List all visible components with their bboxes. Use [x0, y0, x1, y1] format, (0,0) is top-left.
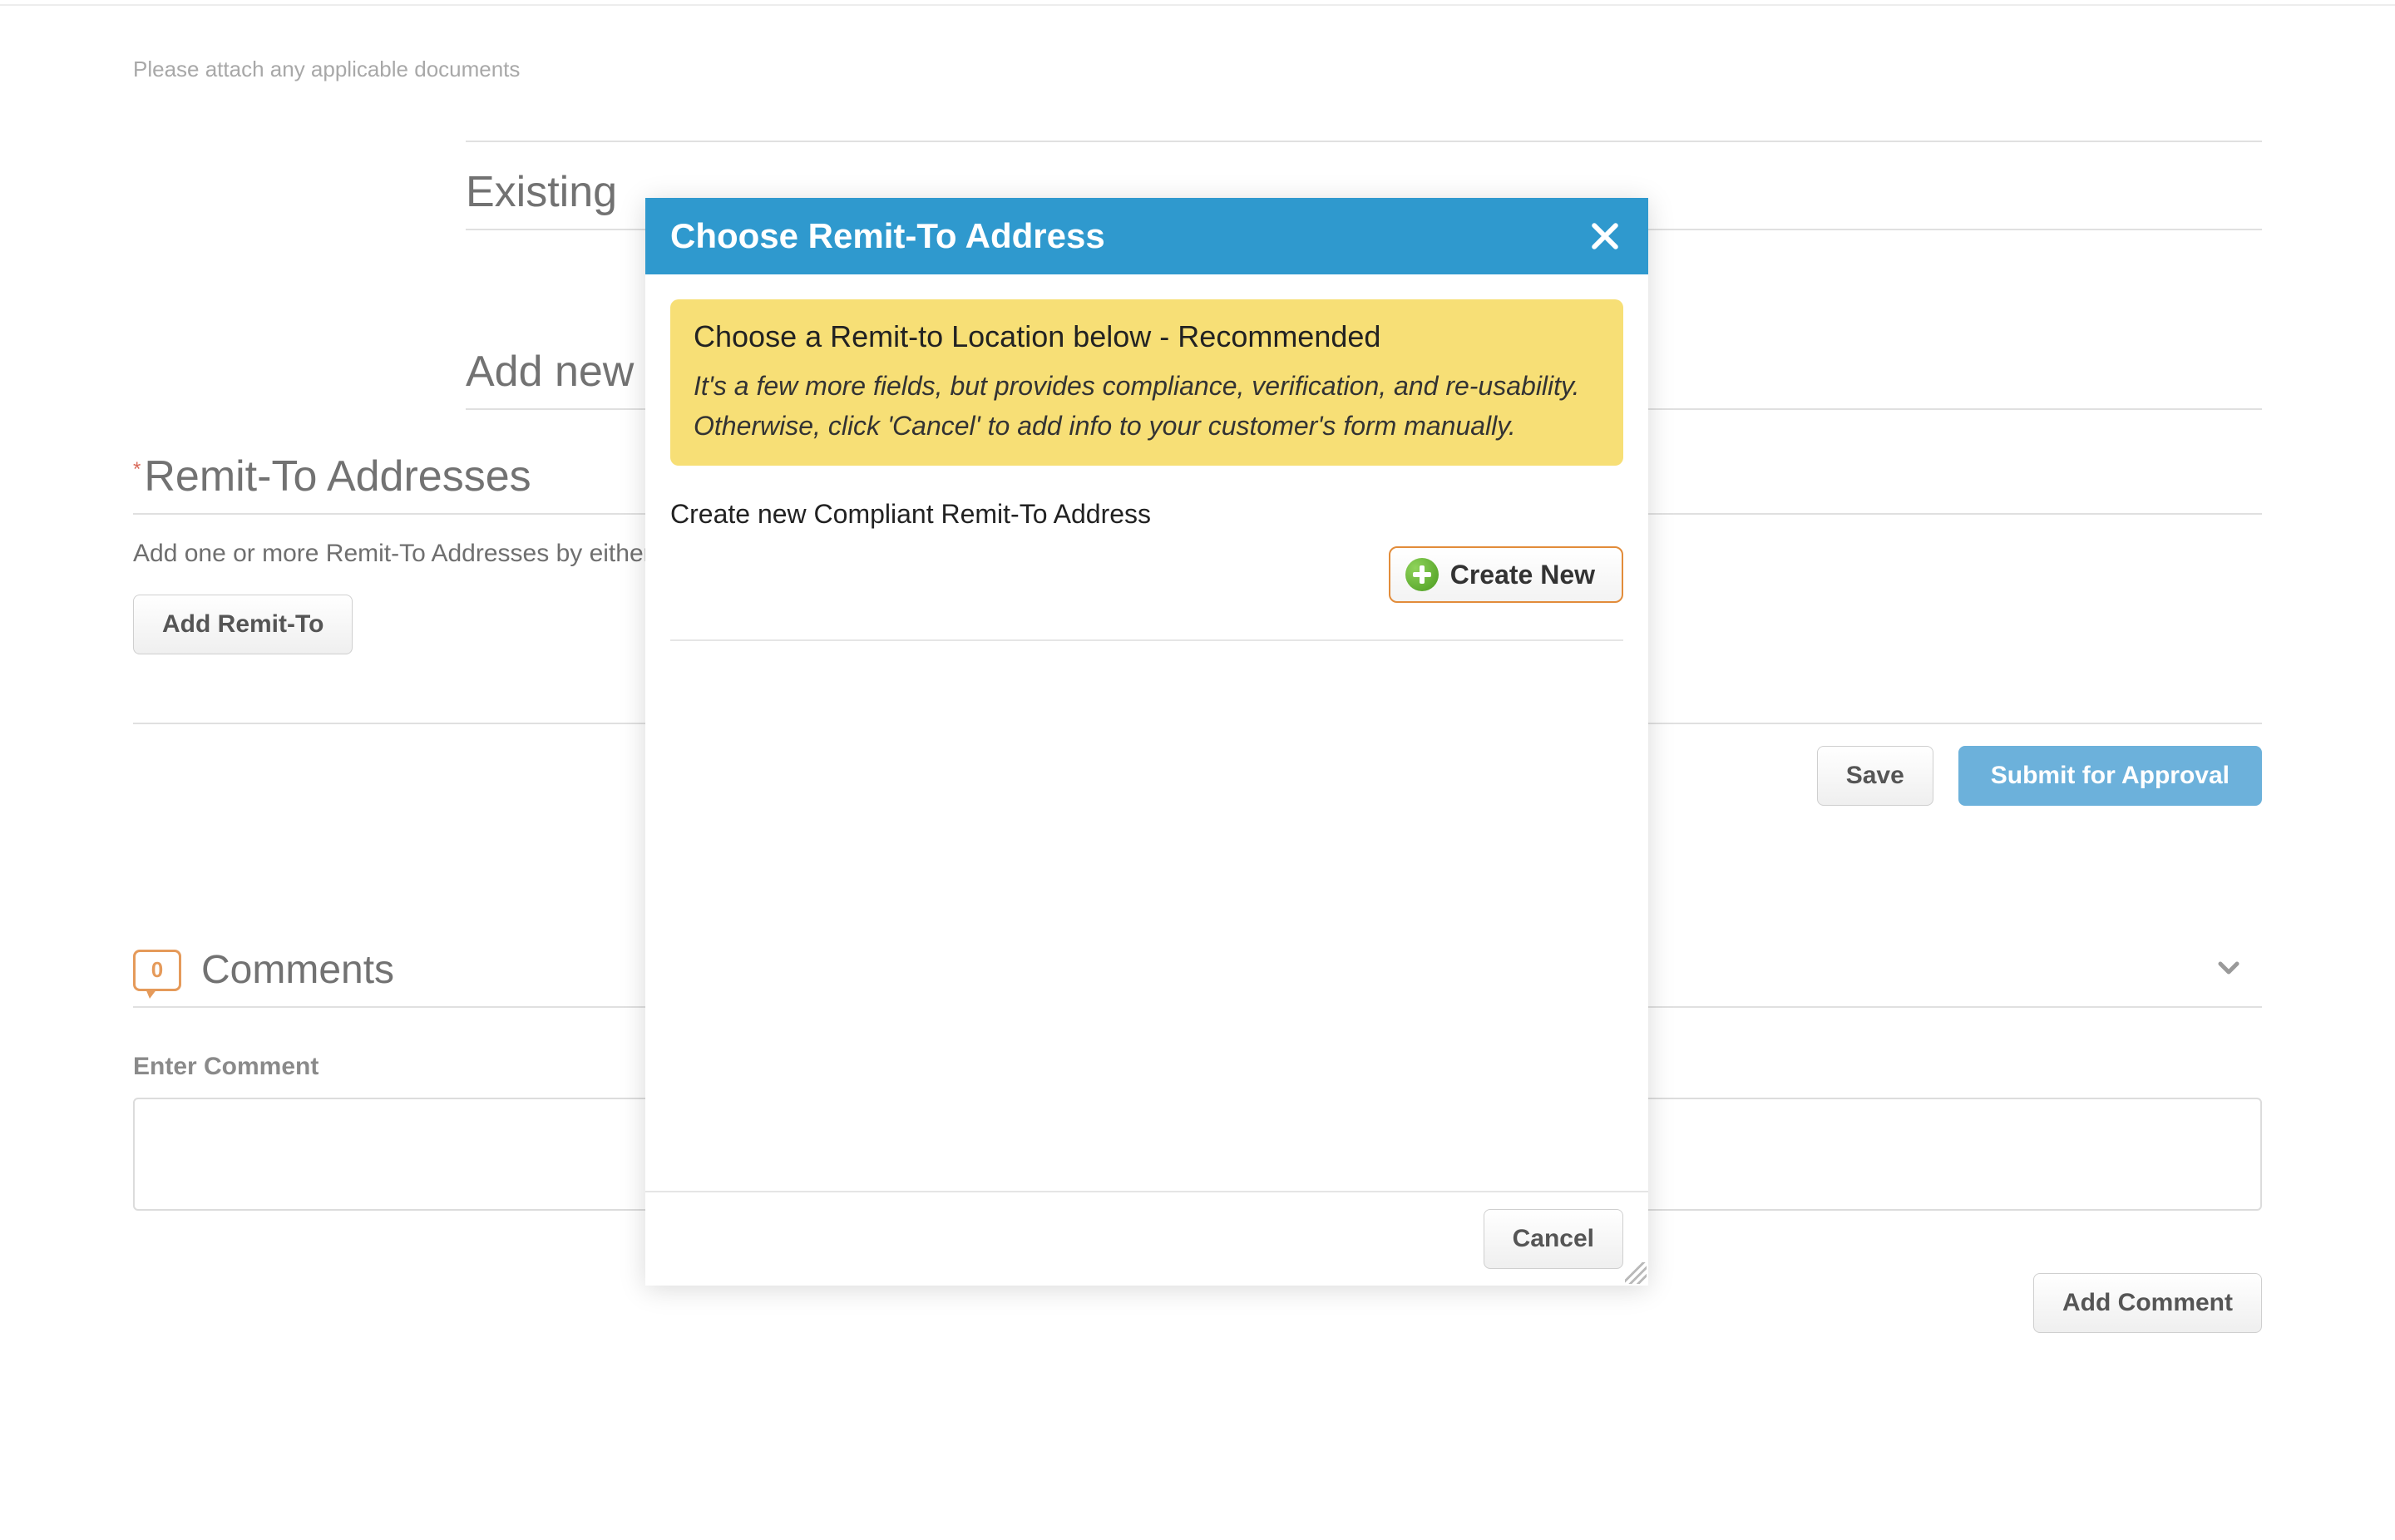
comments-count-badge: 0	[133, 950, 181, 991]
modal-body: Choose a Remit-to Location below - Recom…	[645, 274, 1648, 1191]
chevron-down-icon[interactable]	[2212, 951, 2245, 989]
comments-count: 0	[151, 957, 163, 983]
comments-title: Comments	[201, 947, 394, 993]
plus-icon	[1405, 558, 1439, 591]
remit-to-addresses-title-text: Remit-To Addresses	[144, 452, 531, 501]
add-remit-to-button[interactable]: Add Remit-To	[133, 595, 353, 654]
choose-remit-to-modal: Choose Remit-To Address Choose a Remit-t…	[645, 198, 1648, 1286]
resize-handle-icon[interactable]	[1625, 1262, 1647, 1284]
create-new-button[interactable]: Create New	[1389, 546, 1623, 603]
attach-documents-hint: Please attach any applicable documents	[133, 57, 2262, 82]
create-new-row: Create new Compliant Remit-To Address Cr…	[670, 499, 1623, 641]
required-indicator: *	[133, 458, 141, 481]
close-icon[interactable]	[1587, 218, 1623, 254]
cancel-button[interactable]: Cancel	[1484, 1209, 1623, 1269]
create-new-label: Create new Compliant Remit-To Address	[670, 499, 1623, 530]
recommendation-banner: Choose a Remit-to Location below - Recom…	[670, 299, 1623, 466]
modal-footer: Cancel	[645, 1191, 1648, 1286]
modal-header: Choose Remit-To Address	[645, 198, 1648, 274]
save-button[interactable]: Save	[1817, 746, 1933, 806]
add-comment-button[interactable]: Add Comment	[2033, 1273, 2262, 1333]
modal-title: Choose Remit-To Address	[670, 216, 1105, 256]
submit-for-approval-button[interactable]: Submit for Approval	[1958, 746, 2262, 806]
create-new-button-label: Create New	[1450, 560, 1595, 590]
recommendation-body: It's a few more fields, but provides com…	[694, 366, 1600, 446]
recommendation-heading: Choose a Remit-to Location below - Recom…	[694, 319, 1600, 354]
